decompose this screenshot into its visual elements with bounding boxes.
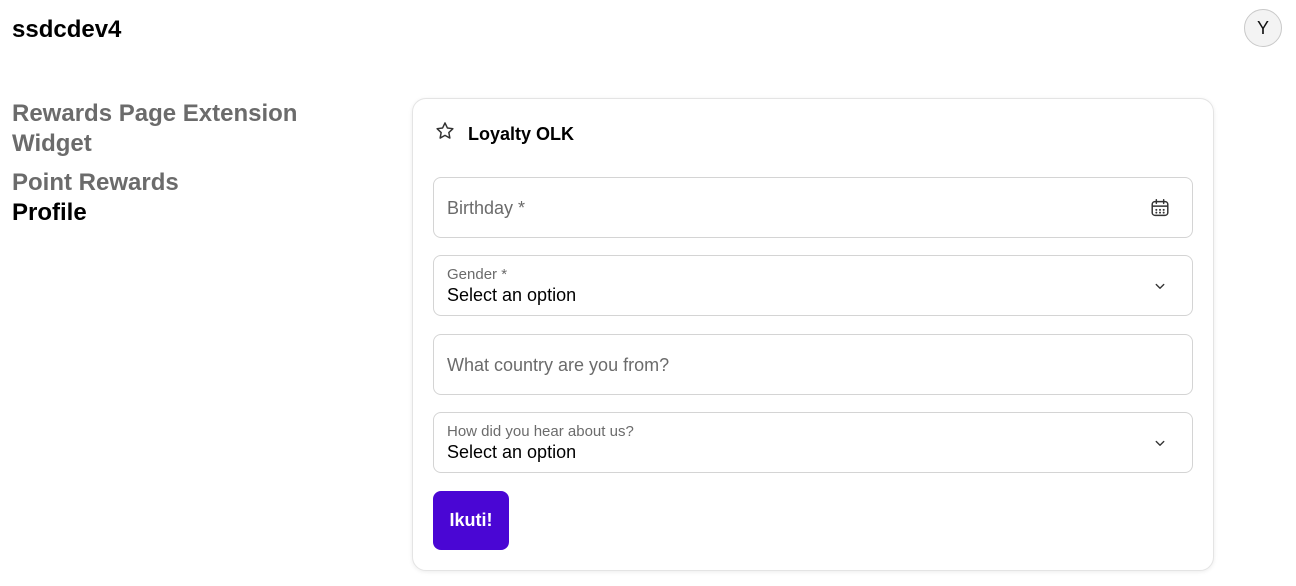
country-placeholder: What country are you from? <box>447 355 670 375</box>
sidebar-nav: Rewards Page Extension Widget Point Rewa… <box>12 99 372 228</box>
nav-item-point-rewards[interactable]: Point Rewards <box>12 168 372 198</box>
gender-value: Select an option <box>447 285 577 305</box>
user-avatar[interactable]: Y <box>1244 9 1282 47</box>
chevron-down-icon <box>1148 274 1172 298</box>
birthday-input[interactable]: Birthday * <box>433 177 1193 238</box>
loyalty-profile-card: Loyalty OLK Birthday * Gender * Select a… <box>412 98 1214 571</box>
star-icon <box>434 120 456 147</box>
nav-item-profile[interactable]: Profile <box>12 198 372 228</box>
referral-label: How did you hear about us? <box>447 423 634 440</box>
referral-value: Select an option <box>447 442 577 462</box>
referral-source-select[interactable]: How did you hear about us? Select an opt… <box>433 412 1193 473</box>
submit-button[interactable]: Ikuti! <box>433 491 509 550</box>
gender-select[interactable]: Gender * Select an option <box>433 255 1193 316</box>
avatar-initial: Y <box>1256 17 1269 38</box>
app-title: ssdcdev4 <box>12 16 122 43</box>
birthday-placeholder: Birthday * <box>447 198 526 218</box>
card-header: Loyalty OLK <box>434 120 574 147</box>
chevron-down-icon <box>1148 431 1172 455</box>
card-title: Loyalty OLK <box>468 123 575 144</box>
gender-label: Gender * <box>447 266 508 283</box>
calendar-icon[interactable] <box>1148 196 1172 220</box>
nav-item-rewards-page-extension-widget[interactable]: Rewards Page Extension Widget <box>12 99 372 159</box>
country-input[interactable]: What country are you from? <box>433 334 1193 395</box>
